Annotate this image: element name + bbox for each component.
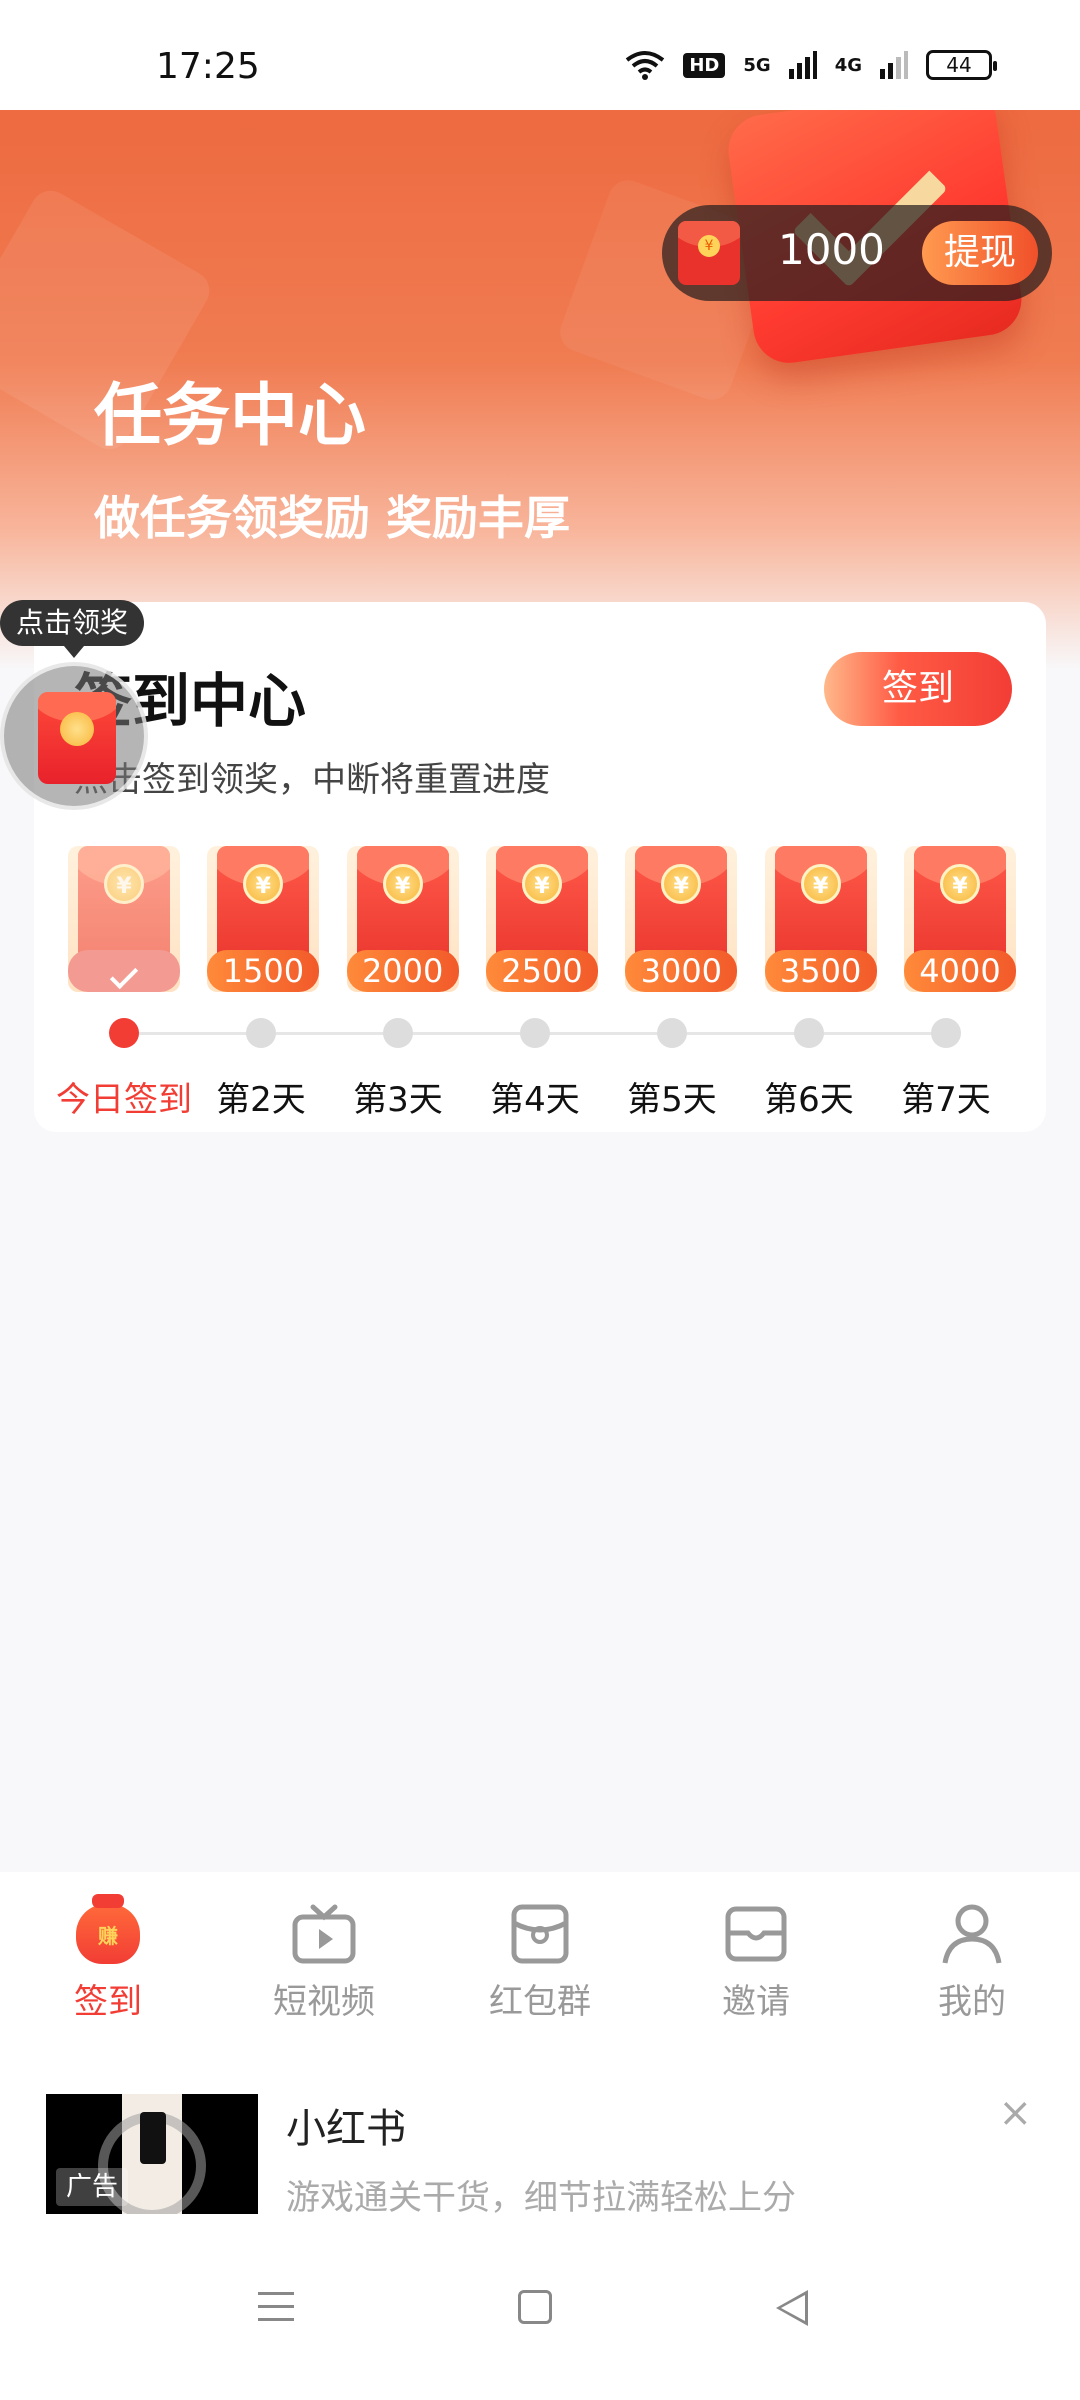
status-bar: 17:25 HD 5G 4G 44 <box>0 0 1080 110</box>
nav-label: 我的 <box>938 1982 1006 2022</box>
checkin-card: 签到中心 签到 点击签到领奖，中断将重置进度 ¥ ¥ 1500 ¥ 2000 ¥… <box>34 602 1046 1132</box>
status-icons: HD 5G 4G 44 <box>625 50 997 80</box>
nav-item-short-video[interactable]: 短视频 <box>244 1900 404 2023</box>
mail-icon <box>676 1900 836 1968</box>
nav-item-red-envelope-group[interactable]: 红包群 <box>460 1900 620 2023</box>
red-envelope-icon: ¥ <box>678 221 740 285</box>
progress-dot-2 <box>246 1018 276 1048</box>
signal-icon-2 <box>880 51 908 79</box>
reward-day-4[interactable]: ¥ 2500 <box>485 846 598 992</box>
reward-day-5[interactable]: ¥ 3000 <box>625 846 738 992</box>
nav-label: 短视频 <box>273 1982 375 2022</box>
reward-day-2[interactable]: ¥ 1500 <box>207 846 320 992</box>
nav-label: 邀请 <box>722 1982 790 2022</box>
progress-dot-5 <box>657 1018 687 1048</box>
day-label-6: 第6天 <box>764 1080 854 1120</box>
money-bag-icon: 赚 <box>28 1894 188 1968</box>
floating-reward-button[interactable] <box>0 662 148 810</box>
balance-pill: ¥ 1000 提现 <box>662 205 1052 301</box>
reward-amount: 2500 <box>485 950 598 992</box>
progress-dot-6 <box>794 1018 824 1048</box>
status-time: 17:25 <box>156 46 260 87</box>
checkin-subtitle: 点击签到领奖，中断将重置进度 <box>74 760 550 800</box>
bottom-nav: 赚 签到 短视频 红包群 邀请 我的 <box>0 1872 1080 2028</box>
day-label-5: 第5天 <box>627 1080 717 1120</box>
phone-icon <box>140 2112 166 2164</box>
reward-day-6[interactable]: ¥ 3500 <box>764 846 877 992</box>
day-label-1: 今日签到 <box>56 1080 192 1120</box>
check-icon <box>109 960 139 990</box>
signal-icon <box>788 51 817 79</box>
page-title: 任务中心 <box>94 377 367 456</box>
day-label-4: 第4天 <box>490 1080 580 1120</box>
reward-day-7[interactable]: ¥ 4000 <box>903 846 1016 992</box>
back-icon[interactable] <box>776 2290 808 2326</box>
hd-badge: HD <box>683 52 726 78</box>
reward-day-1[interactable]: ¥ <box>68 846 180 992</box>
ad-description[interactable]: 游戏通关干货，细节拉满轻松上分 <box>286 2170 796 2219</box>
progress-dot-4 <box>520 1018 550 1048</box>
page-subtitle: 做任务领奖励 奖励丰厚 <box>94 491 571 545</box>
coin-icon <box>60 712 94 746</box>
system-nav-bar <box>0 2246 1080 2400</box>
tv-play-icon <box>244 1900 404 1968</box>
nav-label: 签到 <box>74 1982 142 2022</box>
reward-amount: 4000 <box>903 950 1016 992</box>
day-label-3: 第3天 <box>353 1080 443 1120</box>
day-label-7: 第7天 <box>901 1080 991 1120</box>
reward-amount: 3500 <box>764 950 877 992</box>
reward-day-3[interactable]: ¥ 2000 <box>346 846 459 992</box>
nav-label: 红包群 <box>489 1982 591 2022</box>
menu-icon[interactable] <box>258 2292 294 2331</box>
user-icon <box>892 1900 1052 1968</box>
home-icon[interactable] <box>518 2290 552 2324</box>
checkin-button[interactable]: 签到 <box>824 652 1012 726</box>
progress-dot-7 <box>931 1018 961 1048</box>
network-4g-label: 4G <box>834 54 862 76</box>
app-root: 17:25 HD 5G 4G 44 任务中心 做任务领奖励 奖励丰厚 ¥ 100… <box>0 0 1080 2400</box>
ad-tag: 广告 <box>56 2168 129 2206</box>
withdraw-button[interactable]: 提现 <box>922 221 1038 285</box>
balance-amount: 1000 <box>778 225 885 274</box>
ad-thumbnail[interactable]: 广告 <box>46 2094 258 2214</box>
nav-item-checkin[interactable]: 赚 签到 <box>28 1894 188 2023</box>
nav-item-invite[interactable]: 邀请 <box>676 1900 836 2023</box>
ad-banner[interactable]: 广告 小红书 游戏通关干货，细节拉满轻松上分 × <box>0 2028 1080 2246</box>
reward-amount: 2000 <box>346 950 459 992</box>
red-envelope-group-icon <box>460 1900 620 1968</box>
reward-amount: 3000 <box>625 950 738 992</box>
progress-dot-1 <box>109 1018 139 1048</box>
floating-reward-tip: 点击领奖 <box>0 600 145 658</box>
day-label-2: 第2天 <box>216 1080 306 1120</box>
red-envelope-icon <box>38 692 116 784</box>
wifi-icon <box>626 51 665 80</box>
bag-badge-text: 赚 <box>98 1924 118 1948</box>
progress-dot-3 <box>383 1018 413 1048</box>
reward-amount: 1500 <box>207 950 320 992</box>
reward-row: ¥ ¥ 1500 ¥ 2000 ¥ 2500 ¥ 3000 ¥ 3500 ¥ 4… <box>68 846 1016 992</box>
reward-claimed-badge <box>68 950 180 992</box>
close-icon[interactable]: × <box>998 2090 1032 2136</box>
nav-item-mine[interactable]: 我的 <box>892 1900 1052 2023</box>
ad-title[interactable]: 小红书 <box>286 2096 406 2154</box>
battery-icon: 44 <box>926 50 997 80</box>
task-center-banner: 任务中心 做任务领奖励 奖励丰厚 <box>0 110 1080 670</box>
network-5g-label: 5G <box>743 54 771 76</box>
